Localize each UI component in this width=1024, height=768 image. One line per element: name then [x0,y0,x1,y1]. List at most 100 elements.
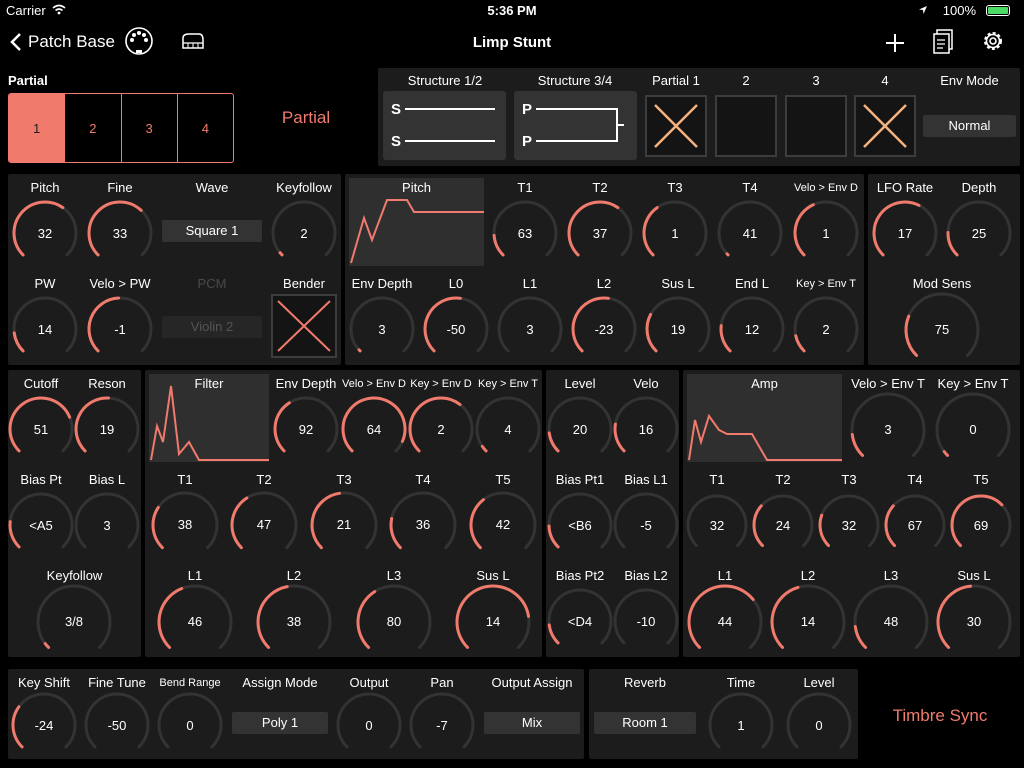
partial-tab-1[interactable]: 1 [9,94,65,162]
partial-tab-3[interactable]: 3 [120,94,177,162]
amp-velo-knob[interactable]: 16 [611,394,681,464]
penv-l2-knob[interactable]: -23 [569,294,639,364]
structure-34-button[interactable]: P P [514,91,637,160]
cutoff-knob[interactable]: 51 [6,394,76,464]
penv-l0-knob[interactable]: -50 [421,294,491,364]
pitch-knob[interactable]: 32 [10,198,80,268]
aenv-key-knob[interactable]: 0 [933,390,1013,470]
penv-t2-knob[interactable]: 37 [565,198,635,268]
fenv-keyt-knob[interactable]: 4 [473,394,543,464]
fenv-sus-knob[interactable]: 14 [453,582,533,662]
output-assign-select[interactable]: Mix [484,712,580,734]
bend-range-knob[interactable]: 0 [155,690,225,760]
fenv-l2-knob[interactable]: 38 [254,582,334,662]
key-shift-knob[interactable]: -24 [9,690,79,760]
document-icon[interactable] [932,29,954,55]
fenv-t4-knob[interactable]: 36 [387,487,459,563]
penv-t3-knob[interactable]: 1 [640,198,710,268]
gear-icon[interactable] [981,29,1005,53]
penv-key-knob[interactable]: 2 [791,294,861,364]
structure-12-button[interactable]: S S [383,91,506,160]
structure-34-label: Structure 3/4 [537,73,613,88]
penv-sus-knob[interactable]: 19 [643,294,713,364]
amp-bp2-knob[interactable]: <D4 [545,586,615,656]
amp-bp1-knob[interactable]: <B6 [545,490,615,560]
penv-t4-knob[interactable]: 41 [715,198,785,268]
aenv-t2-label: T2 [775,472,791,487]
aenv-t1-knob[interactable]: 32 [684,490,750,560]
lfo-depth-knob[interactable]: 25 [944,198,1014,268]
velo-pw-knob[interactable]: -1 [85,294,155,364]
fenv-t2-knob[interactable]: 47 [228,487,300,563]
aenv-sus-knob[interactable]: 30 [934,582,1014,662]
aenv-t2-knob[interactable]: 24 [750,490,816,560]
amp-bl1-knob[interactable]: -5 [611,490,681,560]
penv-sus-value: 19 [670,322,686,337]
lfo-rate-knob[interactable]: 17 [870,198,940,268]
aenv-l1-knob[interactable]: 44 [685,582,765,662]
filter-keyfollow-knob[interactable]: 3/8 [34,582,114,662]
bias-pt-knob[interactable]: <A5 [6,490,76,560]
amp-bl2-label: Bias L2 [624,568,668,583]
fenv-keyd-knob[interactable]: 2 [406,394,476,464]
partial4-mute-toggle[interactable] [854,95,916,157]
fenv-velo-knob[interactable]: 64 [339,394,409,464]
mod-sens-knob[interactable]: 75 [902,290,982,370]
partial-tab-4[interactable]: 4 [176,94,233,162]
fine-knob[interactable]: 33 [85,198,155,268]
partial2-mute-toggle[interactable] [715,95,777,157]
aenv-l3-knob[interactable]: 48 [851,582,931,662]
fenv-depth-label: Env Depth [275,376,337,391]
reson-knob[interactable]: 19 [72,394,142,464]
fenv-l3-knob[interactable]: 80 [354,582,434,662]
aenv-t5-knob[interactable]: 69 [948,490,1014,560]
aenv-l2-knob[interactable]: 14 [768,582,848,662]
bender-toggle[interactable] [271,294,337,358]
amp-level-knob[interactable]: 20 [545,394,615,464]
fenv-t1-knob[interactable]: 38 [149,487,221,563]
partial4-x-icon [863,104,907,148]
aenv-t4-knob[interactable]: 67 [882,490,948,560]
penv-depth-knob[interactable]: 3 [347,294,417,364]
fenv-t3-knob[interactable]: 21 [308,487,380,563]
penv-t1-knob[interactable]: 63 [490,198,560,268]
amp-bl2-knob[interactable]: -10 [611,586,681,656]
partial-tab-2[interactable]: 2 [64,94,120,162]
output-knob[interactable]: 0 [334,690,404,760]
pw-knob[interactable]: 14 [10,294,80,364]
wave-select[interactable]: Square 1 [162,220,262,242]
reverb-select[interactable]: Room 1 [594,712,696,734]
output-label: Output [349,675,389,690]
pcm-select[interactable]: Violin 2 [162,316,262,338]
aenv-t4-value: 67 [907,518,923,533]
reverb-time-knob[interactable]: 1 [706,690,776,760]
fenv-sus-label: Sus L [476,568,510,583]
env-mode-select[interactable]: Normal [923,115,1016,137]
env-mode-label: Env Mode [940,73,999,88]
fenv-t5-knob[interactable]: 42 [467,487,539,563]
penv-velo-knob[interactable]: 1 [791,198,861,268]
reverb-level-knob[interactable]: 0 [784,690,854,760]
penv-end-knob[interactable]: 12 [717,294,787,364]
bias-l-knob[interactable]: 3 [72,490,142,560]
penv-l1-knob[interactable]: 3 [495,294,565,364]
partial1-mute-toggle[interactable] [645,95,707,157]
aenv-t3-knob[interactable]: 32 [816,490,882,560]
fine-tune-knob[interactable]: -50 [82,690,152,760]
partial-tabs: 1 2 3 4 [8,93,234,163]
aenv-t3-value: 32 [841,518,857,533]
pw-label: PW [34,276,56,291]
aenv-velo-knob[interactable]: 3 [848,390,928,470]
timbre-sync-button[interactable]: Timbre Sync [872,706,1008,726]
penv-l2-label: L2 [596,276,612,291]
fenv-l1-knob[interactable]: 46 [155,582,235,662]
assign-mode-select[interactable]: Poly 1 [232,712,328,734]
amp-env-title: Amp [751,376,778,391]
pan-knob[interactable]: -7 [407,690,477,760]
partial3-mute-toggle[interactable] [785,95,847,157]
keyfollow-knob[interactable]: 2 [269,198,339,268]
add-icon[interactable] [884,32,906,54]
fenv-depth-knob[interactable]: 92 [271,394,341,464]
bend-range-value: 0 [186,718,194,733]
output-value: 0 [365,718,373,733]
